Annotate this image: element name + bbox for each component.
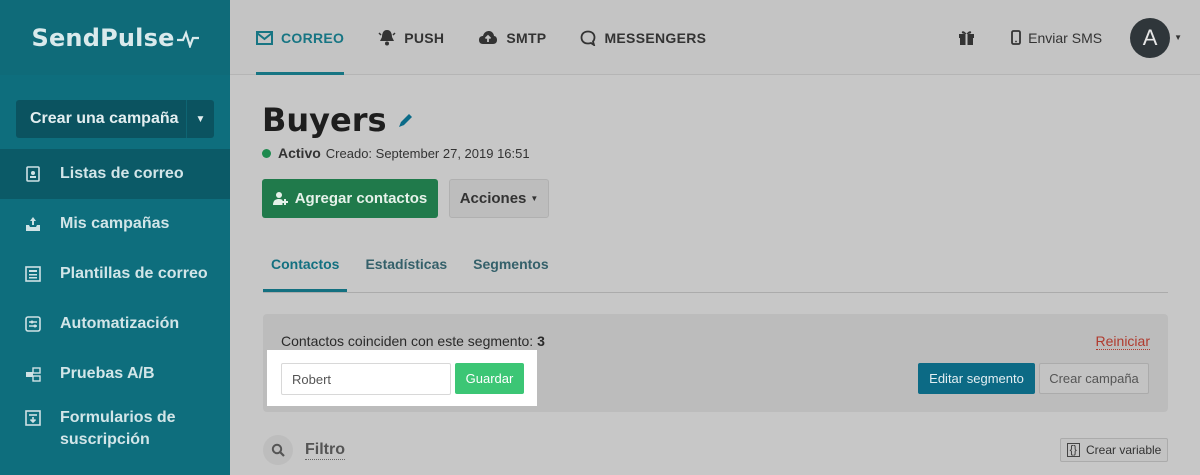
reset-link[interactable]: Reiniciar [1095,333,1150,350]
main-content: Buyers Activo Creado: September 27, 2019… [230,76,1200,475]
template-icon [24,265,42,283]
tab-push[interactable]: PUSH [378,0,444,75]
sidebar-item-ab-tests[interactable]: Pruebas A/B [0,349,230,399]
page-title-text: Buyers [262,101,387,139]
segment-name-input[interactable] [281,363,451,395]
chevron-down-icon[interactable]: ▼ [186,100,214,138]
actions-label: Acciones [459,190,527,207]
create-variable-label: Crear variable [1085,443,1162,457]
match-count: 3 [537,333,545,349]
add-contacts-label: Agregar contactos [294,190,428,207]
add-contacts-button[interactable]: Agregar contactos [262,179,438,218]
top-nav: CORREO PUSH SMTP MESSENGERS [256,0,740,75]
bell-icon [378,30,396,46]
sidebar: SendPulse Crear una campaña ▼ Listas de … [0,0,230,475]
sidebar-item-label: Mis campañas [60,215,170,232]
sidebar-item-subscription-forms[interactable]: Formularios de suscripción [0,399,230,457]
tab-email[interactable]: CORREO [256,0,345,75]
sidebar-item-label: Pruebas A/B [60,365,155,382]
segment-panel: Contactos coinciden con este segmento: 3 … [263,314,1168,412]
edit-segment-button[interactable]: Editar segmento [918,363,1035,394]
sidebar-item-label: Automatización [60,315,180,332]
form-icon [24,409,42,427]
create-campaign-secondary-button[interactable]: Crear campaña [1039,363,1149,394]
tab-label: PUSH [404,29,445,46]
segment-match-count: Contactos coinciden con este segmento: 3 [281,333,545,349]
braces-icon: {} [1066,443,1080,457]
chat-icon [581,30,596,46]
segment-name-form: Guardar [267,350,537,406]
automation-icon [24,315,42,333]
tab-smtp[interactable]: SMTP [478,0,546,75]
address-book-icon [24,165,42,183]
sidebar-item-label: Plantillas de correo [60,265,208,282]
match-text: Contactos coinciden con este segmento: [281,333,534,349]
inbox-upload-icon [24,215,42,233]
tab-statistics[interactable]: Estadísticas [357,246,455,292]
send-sms-button[interactable]: Enviar SMS [1011,30,1102,46]
tab-label: CORREO [281,29,345,46]
top-bar: CORREO PUSH SMTP MESSENGERS Enviar SMS A… [230,0,1200,75]
logo-bar: SendPulse [0,0,230,75]
list-status: Activo Creado: September 27, 2019 16:51 [262,145,530,161]
cloud-upload-icon [479,31,498,44]
status-dot [262,148,271,158]
gift-icon[interactable] [958,29,975,46]
logo-text: SendPulse [31,23,175,52]
create-variable-button[interactable]: {} Crear variable [1060,438,1168,462]
tab-label: SMTP [506,29,547,46]
sidebar-item-mailing-lists[interactable]: Listas de correo [0,149,230,199]
chevron-down-icon: ▼ [530,194,539,203]
pulse-icon [176,29,199,48]
sidebar-item-label: Listas de correo [60,165,184,182]
actions-dropdown[interactable]: Acciones ▼ [449,179,549,218]
tab-segments[interactable]: Segmentos [465,246,556,292]
status-badge: Activo [278,145,321,161]
filter[interactable]: Filtro [263,435,345,465]
avatar[interactable]: A [1130,17,1171,58]
sidebar-item-automation[interactable]: Automatización [0,299,230,349]
tab-messengers[interactable]: MESSENGERS [580,0,706,75]
add-user-icon [272,192,288,205]
create-campaign-button[interactable]: Crear una campaña ▼ [16,100,214,138]
chevron-down-icon[interactable]: ▼ [1174,33,1182,42]
envelope-icon [256,30,273,45]
list-tabs: Contactos Estadísticas Segmentos [263,246,1168,293]
send-sms-label: Enviar SMS [1028,29,1103,46]
page-title: Buyers [262,101,415,139]
sidebar-item-label: Formularios de suscripción [60,409,176,448]
sidebar-item-email-templates[interactable]: Plantillas de correo [0,249,230,299]
created-date: Creado: September 27, 2019 16:51 [325,145,530,161]
search-icon[interactable] [263,435,293,465]
create-campaign-label: Crear una campaña [30,110,179,127]
filter-label[interactable]: Filtro [305,441,345,460]
tab-contacts[interactable]: Contactos [263,246,348,292]
phone-icon [1011,30,1022,45]
tab-label: MESSENGERS [604,29,707,46]
sidebar-item-my-campaigns[interactable]: Mis campañas [0,199,230,249]
save-button[interactable]: Guardar [455,363,524,394]
pencil-icon[interactable] [397,111,415,129]
logo[interactable]: SendPulse [31,23,199,52]
ab-test-icon [24,365,42,383]
